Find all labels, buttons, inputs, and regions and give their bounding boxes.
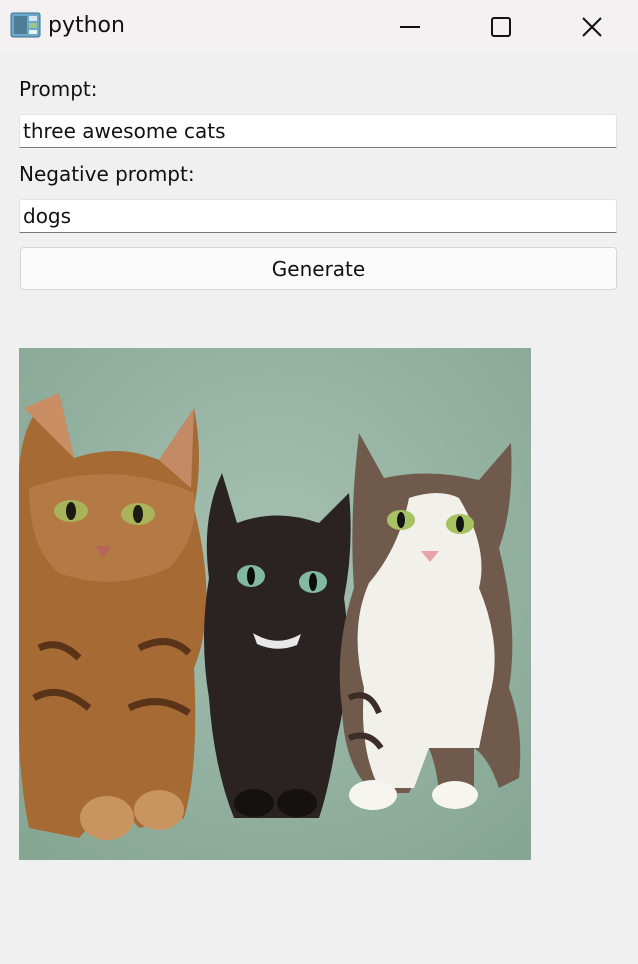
black-cat bbox=[204, 473, 351, 818]
close-icon bbox=[581, 16, 603, 38]
maximize-button[interactable] bbox=[455, 0, 547, 53]
generated-image bbox=[19, 348, 531, 860]
window-title: python bbox=[48, 13, 125, 38]
negative-prompt-input[interactable] bbox=[19, 199, 617, 233]
prompt-label: Prompt: bbox=[19, 77, 98, 101]
negative-prompt-label: Negative prompt: bbox=[19, 162, 195, 186]
generate-button[interactable]: Generate bbox=[20, 247, 617, 290]
minimize-icon bbox=[399, 16, 421, 38]
maximize-icon bbox=[490, 16, 512, 38]
prompt-input[interactable] bbox=[19, 114, 617, 148]
title-bar: python bbox=[0, 0, 638, 53]
minimize-button[interactable] bbox=[364, 0, 456, 53]
tabby-cat bbox=[19, 393, 207, 840]
app-window-icon bbox=[10, 12, 41, 38]
close-button[interactable] bbox=[546, 0, 638, 53]
